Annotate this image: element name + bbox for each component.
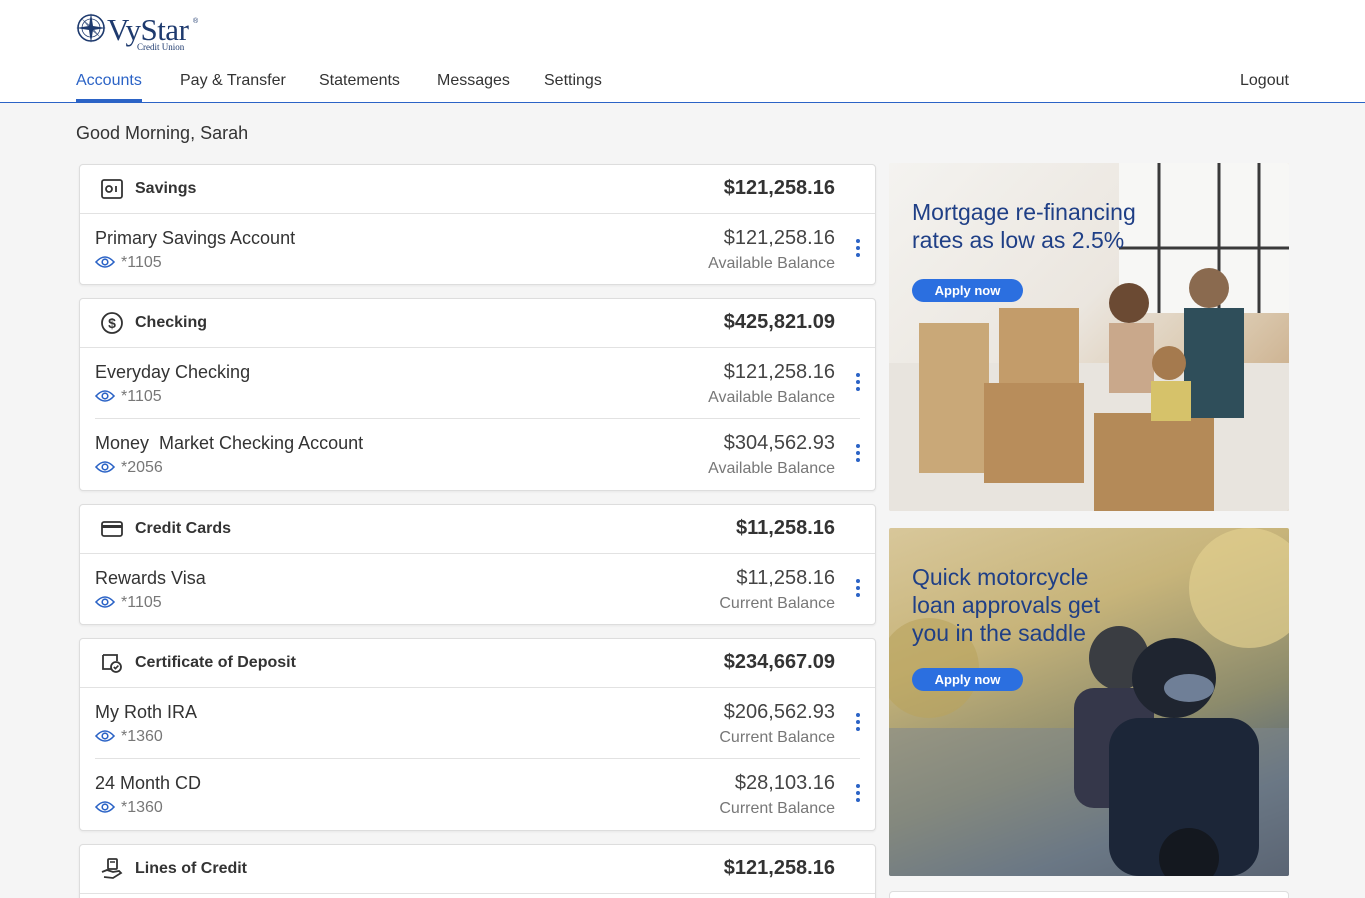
account-row[interactable]: Everyday Checking *1105 $121,258.16 Avai… xyxy=(80,348,875,419)
balance-label: Available Balance xyxy=(708,255,835,272)
balance-label: Current Balance xyxy=(719,595,835,612)
motorcycle-promo-banner[interactable]: Quick motorcycle loan approvals get you … xyxy=(889,528,1289,876)
balance-label: Available Balance xyxy=(708,460,835,477)
cd-title: Certificate of Deposit xyxy=(135,654,296,671)
nav-pay-transfer[interactable]: Pay & Transfer xyxy=(180,72,286,102)
more-vertical-icon[interactable] xyxy=(855,444,861,464)
brand-registered: ® xyxy=(193,18,199,25)
greeting: Good Morning, Sarah xyxy=(76,123,249,143)
more-vertical-icon[interactable] xyxy=(855,713,861,733)
credit-cards-title: Credit Cards xyxy=(135,520,232,537)
account-balance: $121,258.16 xyxy=(723,227,835,249)
logout-link[interactable]: Logout xyxy=(1240,72,1289,102)
eye-icon[interactable] xyxy=(95,255,115,269)
savings-card: Savings $121,258.16 Primary Savings Acco… xyxy=(79,164,876,285)
checking-card: $ Checking $425,821.09 Everyday Checking… xyxy=(79,298,876,491)
mortgage-promo-title: Mortgage re-financing rates as low as 2.… xyxy=(912,199,1136,253)
account-balance: $11,258.16 xyxy=(736,567,835,589)
credit-card-icon xyxy=(101,521,123,537)
top-navigation-bar: VyStar ® Credit Union Accounts Pay & Tra… xyxy=(0,0,1365,103)
motorcycle-promo-title: Quick motorcycle loan approvals get you … xyxy=(912,564,1100,646)
vystar-logo[interactable]: VyStar ® Credit Union xyxy=(75,10,205,54)
nav-messages[interactable]: Messages xyxy=(437,72,510,102)
balance-label: Current Balance xyxy=(719,800,835,817)
account-row[interactable]: Primary Savings Account *1105 $121,258.1… xyxy=(80,214,875,284)
lines-of-credit-header[interactable]: Lines of Credit $121,258.16 xyxy=(80,845,875,894)
nav-accounts[interactable]: Accounts xyxy=(76,72,142,102)
brand-subtitle: Credit Union xyxy=(137,42,185,52)
credit-cards-header[interactable]: Credit Cards $11,258.16 xyxy=(80,505,875,554)
account-row[interactable]: Money Market Checking Account *2056 $304… xyxy=(80,419,875,490)
account-name[interactable]: Everyday Checking xyxy=(95,362,250,383)
savings-title: Savings xyxy=(135,180,197,197)
account-number: *1105 xyxy=(121,254,162,271)
more-vertical-icon[interactable] xyxy=(855,784,861,804)
account-name[interactable]: Primary Savings Account xyxy=(95,228,295,249)
account-name[interactable]: My Roth IRA xyxy=(95,702,197,723)
checking-header[interactable]: $ Checking $425,821.09 xyxy=(80,299,875,348)
motorcycle-apply-button[interactable]: Apply now xyxy=(912,668,1023,691)
account-number: *1105 xyxy=(121,388,162,405)
nav-statements[interactable]: Statements xyxy=(319,72,400,102)
account-number: *2056 xyxy=(121,459,163,476)
certificate-icon xyxy=(102,654,122,673)
eye-icon[interactable] xyxy=(95,800,115,814)
account-row[interactable]: Rewards Visa *1105 $11,258.16 Current Ba… xyxy=(80,554,875,624)
balance-label: Current Balance xyxy=(719,729,835,746)
safe-icon xyxy=(101,179,123,199)
more-vertical-icon[interactable] xyxy=(855,239,861,259)
account-number: *1360 xyxy=(121,728,163,745)
lines-of-credit-title: Lines of Credit xyxy=(135,860,248,877)
credit-cards-card: Credit Cards $11,258.16 Rewards Visa *11… xyxy=(79,504,876,625)
savings-header[interactable]: Savings $121,258.16 xyxy=(80,165,875,214)
credit-cards-total: $11,258.16 xyxy=(736,517,835,539)
hand-money-icon xyxy=(101,858,123,879)
account-number: *1105 xyxy=(121,594,162,611)
svg-text:$: $ xyxy=(108,315,116,331)
account-balance: $206,562.93 xyxy=(723,701,835,723)
cd-total: $234,667.09 xyxy=(723,651,835,673)
eye-icon[interactable] xyxy=(95,729,115,743)
lines-of-credit-card: Lines of Credit $121,258.16 xyxy=(79,844,876,898)
account-row[interactable]: 24 Month CD *1360 $28,103.16 Current Bal… xyxy=(80,759,875,830)
account-balance: $304,562.93 xyxy=(723,432,835,454)
lines-of-credit-total: $121,258.16 xyxy=(723,857,835,879)
eye-icon[interactable] xyxy=(95,460,115,474)
mortgage-promo-banner[interactable]: Mortgage re-financing rates as low as 2.… xyxy=(889,163,1289,511)
account-balance: $121,258.16 xyxy=(723,361,835,383)
account-name[interactable]: Money Market Checking Account xyxy=(95,433,363,454)
nav-settings[interactable]: Settings xyxy=(544,72,602,102)
checking-title: Checking xyxy=(135,314,208,331)
savings-total: $121,258.16 xyxy=(723,177,835,199)
account-name[interactable]: 24 Month CD xyxy=(95,773,201,794)
promo-card-partial xyxy=(889,891,1289,898)
eye-icon[interactable] xyxy=(95,389,115,403)
more-vertical-icon[interactable] xyxy=(855,373,861,393)
more-vertical-icon[interactable] xyxy=(855,579,861,599)
balance-label: Available Balance xyxy=(708,389,835,406)
compass-logo-icon xyxy=(76,13,106,43)
account-number: *1360 xyxy=(121,799,163,816)
mortgage-apply-button[interactable]: Apply now xyxy=(912,279,1023,302)
checking-total: $425,821.09 xyxy=(723,311,835,333)
dollar-circle-icon: $ xyxy=(101,312,123,334)
account-balance: $28,103.16 xyxy=(734,772,835,794)
account-name[interactable]: Rewards Visa xyxy=(95,568,206,589)
eye-icon[interactable] xyxy=(95,595,115,609)
cd-header[interactable]: Certificate of Deposit $234,667.09 xyxy=(80,639,875,688)
cd-card: Certificate of Deposit $234,667.09 My Ro… xyxy=(79,638,876,831)
account-row[interactable]: My Roth IRA *1360 $206,562.93 Current Ba… xyxy=(80,688,875,759)
